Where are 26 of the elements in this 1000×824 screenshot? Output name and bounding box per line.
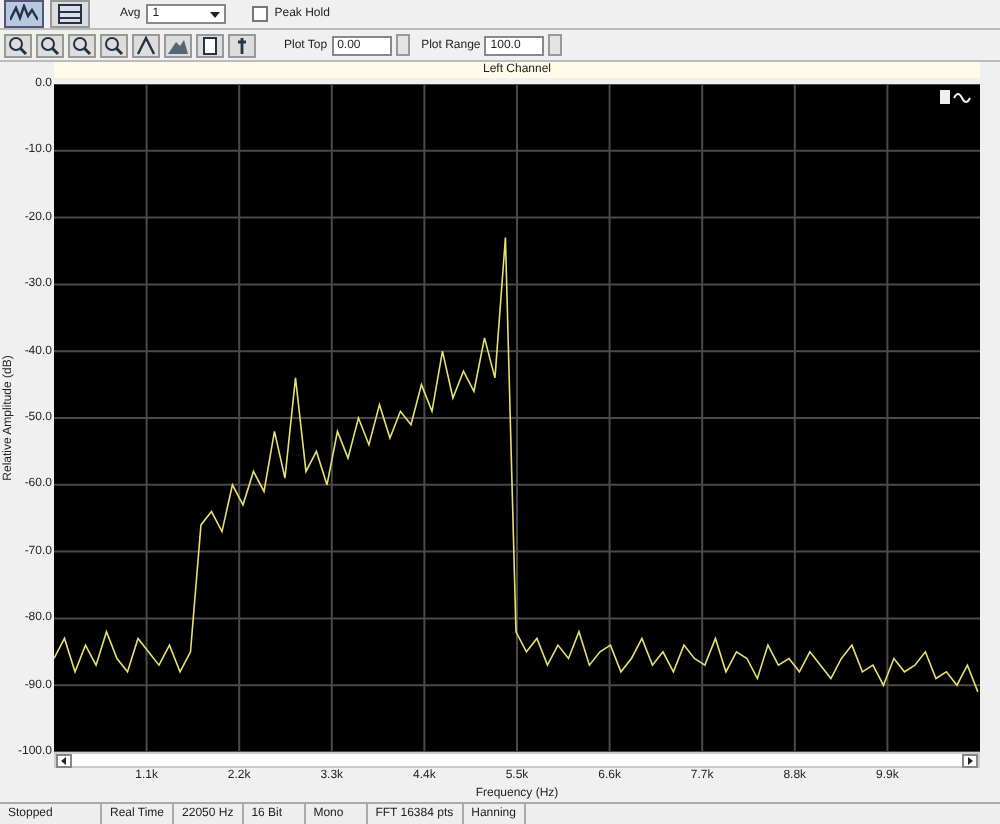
waveform-icon <box>10 4 38 24</box>
cursor-button[interactable] <box>196 33 224 57</box>
horizontal-scrollbar[interactable] <box>54 752 980 768</box>
mountain-icon <box>168 35 188 55</box>
zoom-button[interactable] <box>4 33 32 57</box>
peak-icon <box>136 35 156 55</box>
zoom-out-button[interactable] <box>68 33 96 57</box>
zoom-in-button[interactable] <box>36 33 64 57</box>
wave-legend-icon <box>940 90 972 106</box>
scroll-right-icon[interactable] <box>962 753 978 767</box>
magnifier-icon <box>104 35 124 55</box>
magnifier-icon <box>40 35 60 55</box>
peak-hold-checkbox[interactable] <box>252 6 269 22</box>
pin-icon <box>232 35 252 55</box>
peak-button[interactable] <box>132 33 160 57</box>
spectrum-view-button[interactable] <box>4 0 44 28</box>
magnifier-icon <box>8 35 28 55</box>
area-button[interactable] <box>164 33 192 57</box>
scroll-left-icon[interactable] <box>56 753 72 767</box>
caret-icon <box>210 11 221 17</box>
marker-button[interactable] <box>228 33 256 57</box>
zoom-fit-button[interactable] <box>100 33 128 57</box>
magnifier-icon <box>72 35 92 55</box>
table-view-button[interactable] <box>50 0 90 28</box>
grid-icon <box>58 4 82 24</box>
page-icon <box>200 35 220 55</box>
